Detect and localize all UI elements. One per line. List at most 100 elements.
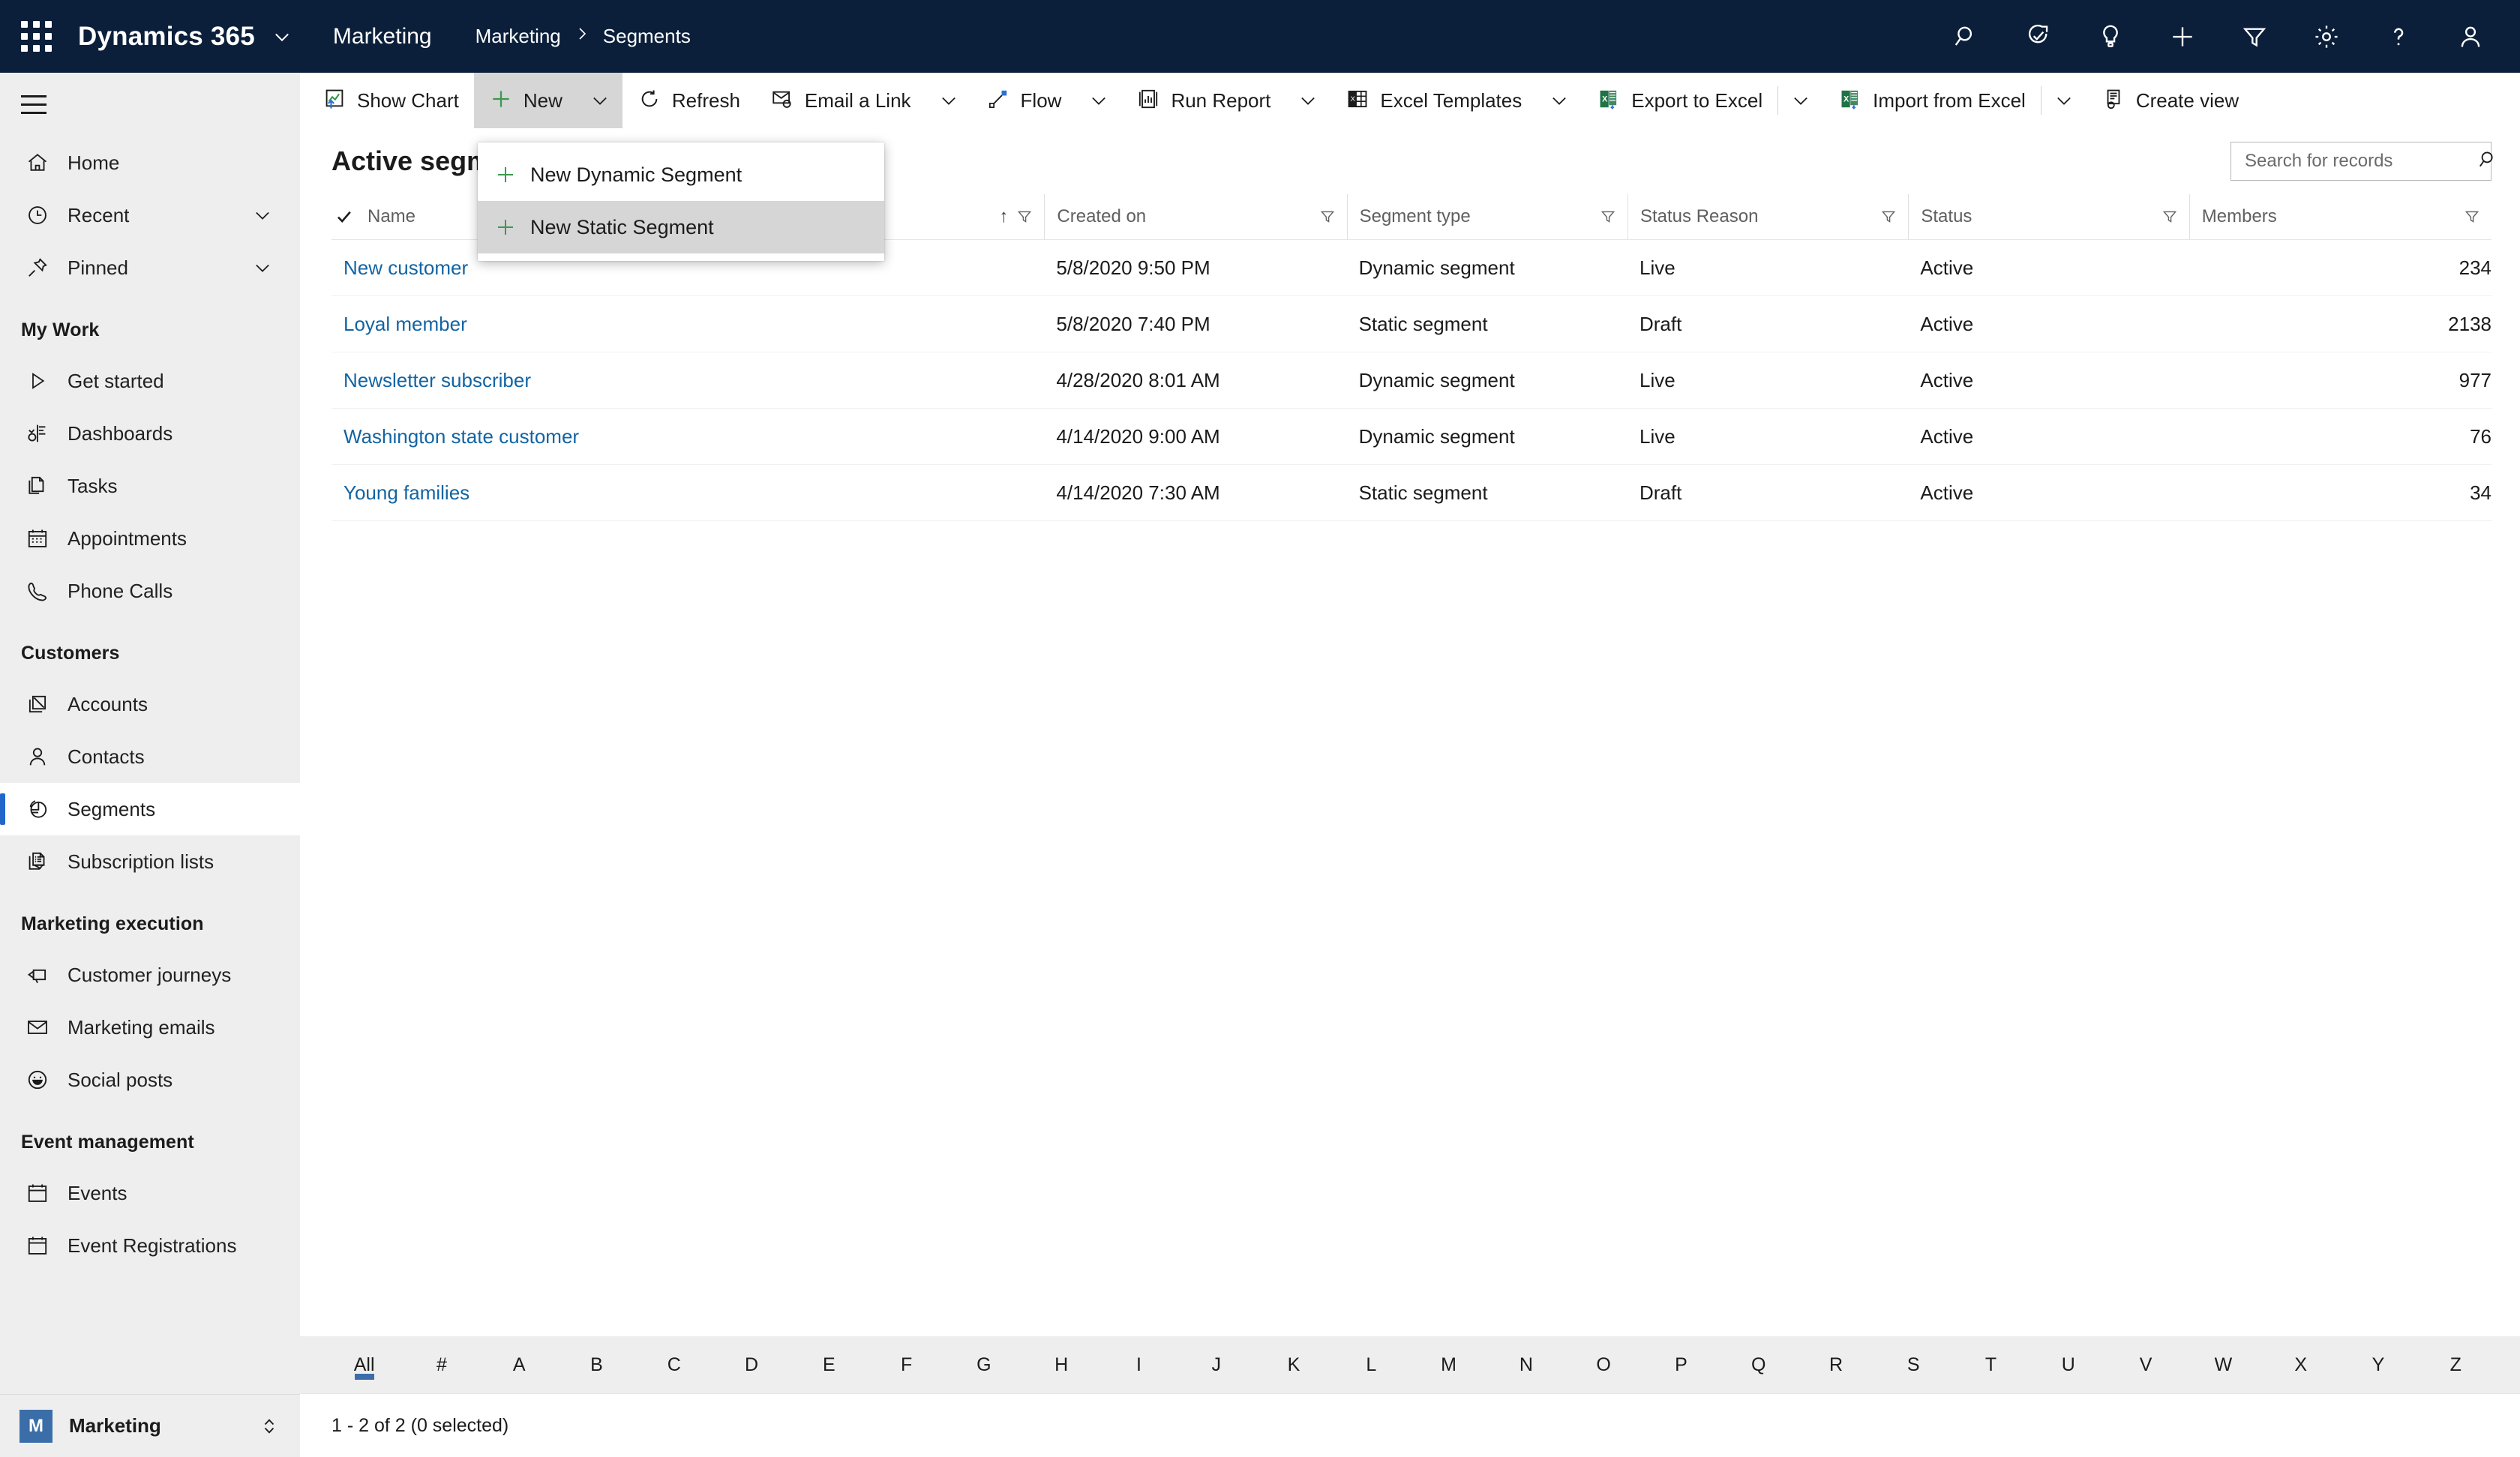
filter-icon[interactable] <box>1599 208 1617 226</box>
search-input[interactable] <box>2245 151 2477 172</box>
alpha-filter-n[interactable]: N <box>1487 1336 1564 1393</box>
settings-gear-icon[interactable] <box>2290 0 2362 73</box>
new-dropdown-caret[interactable] <box>577 73 622 128</box>
alpha-filter-i[interactable]: I <box>1100 1336 1178 1393</box>
table-row[interactable]: Loyal member 5/8/2020 7:40 PM Static seg… <box>332 295 2492 352</box>
sidebar-item-social-posts[interactable]: Social posts <box>0 1054 300 1106</box>
excel-templates-dropdown-caret[interactable] <box>1537 73 1582 128</box>
checkmark-icon[interactable] <box>332 207 368 226</box>
new-button[interactable]: New <box>473 73 578 128</box>
sidebar-item-recent[interactable]: Recent <box>0 189 300 241</box>
chevron-down-icon[interactable] <box>252 257 273 278</box>
export-to-excel-dropdown-caret[interactable] <box>1778 73 1823 128</box>
column-header-status[interactable]: Status <box>1908 194 2189 240</box>
alpha-filter-q[interactable]: Q <box>1720 1336 1797 1393</box>
run-report-button[interactable]: Run Report <box>1121 73 1286 128</box>
hamburger-menu-icon[interactable] <box>0 73 300 136</box>
alpha-filter-b[interactable]: B <box>558 1336 635 1393</box>
alpha-filter-k[interactable]: K <box>1255 1336 1332 1393</box>
column-header-label[interactable]: Name <box>368 206 416 227</box>
column-header-label[interactable]: Created on <box>1057 206 1146 227</box>
sidebar-item-tasks[interactable]: Tasks <box>0 460 300 512</box>
email-a-link-button[interactable]: Email a Link <box>755 73 926 128</box>
flow-dropdown-caret[interactable] <box>1076 73 1121 128</box>
filter-icon[interactable] <box>2161 208 2179 226</box>
column-header-status-reason[interactable]: Status Reason <box>1627 194 1909 240</box>
alpha-filter-c[interactable]: C <box>635 1336 712 1393</box>
help-icon[interactable] <box>2362 0 2434 73</box>
column-header-label[interactable]: Status Reason <box>1640 206 1758 227</box>
alpha-filter-p[interactable]: P <box>1642 1336 1720 1393</box>
export-to-excel-button[interactable]: X Export to Excel <box>1582 73 1778 128</box>
refresh-button[interactable]: Refresh <box>622 73 755 128</box>
alpha-filter-all[interactable]: All <box>326 1336 403 1393</box>
record-link[interactable]: Newsletter subscriber <box>344 369 531 391</box>
app-launcher-icon[interactable] <box>0 0 72 73</box>
sidebar-item-phone-calls[interactable]: Phone Calls <box>0 565 300 617</box>
menu-item-new-dynamic-segment[interactable]: New Dynamic Segment <box>478 148 884 201</box>
app-switcher[interactable]: M Marketing <box>0 1394 300 1457</box>
alpha-filter-d[interactable]: D <box>712 1336 790 1393</box>
sidebar-item-segments[interactable]: Segments <box>0 783 300 835</box>
column-header-label[interactable]: Members <box>2202 206 2277 227</box>
alpha-filter-e[interactable]: E <box>790 1336 868 1393</box>
flow-button[interactable]: Flow <box>971 73 1077 128</box>
alpha-filter-t[interactable]: T <box>1952 1336 2030 1393</box>
column-header-segment-type[interactable]: Segment type <box>1346 194 1628 240</box>
filter-icon[interactable] <box>1016 208 1034 226</box>
alpha-filter-j[interactable]: J <box>1178 1336 1255 1393</box>
relevance-search-assist-icon[interactable] <box>2002 0 2074 73</box>
filter-icon[interactable] <box>1318 208 1336 226</box>
lightbulb-icon[interactable] <box>2074 0 2146 73</box>
alpha-filter-v[interactable]: V <box>2107 1336 2184 1393</box>
table-row[interactable]: Newsletter subscriber 4/28/2020 8:01 AM … <box>332 352 2492 409</box>
alpha-filter-a[interactable]: A <box>481 1336 558 1393</box>
sidebar-item-events[interactable]: Events <box>0 1167 300 1219</box>
user-account-icon[interactable] <box>2434 0 2506 73</box>
alpha-filter-r[interactable]: R <box>1797 1336 1874 1393</box>
import-from-excel-dropdown-caret[interactable] <box>2042 73 2086 128</box>
quick-create-icon[interactable] <box>2146 0 2218 73</box>
sidebar-item-event-registrations[interactable]: Event Registrations <box>0 1219 300 1272</box>
record-link[interactable]: Loyal member <box>344 313 467 335</box>
sidebar-item-dashboards[interactable]: Dashboards <box>0 407 300 460</box>
search-icon[interactable] <box>1930 0 2002 73</box>
alpha-filter-h[interactable]: H <box>1023 1336 1100 1393</box>
sidebar-item-customer-journeys[interactable]: Customer journeys <box>0 949 300 1001</box>
alpha-filter-hash[interactable]: # <box>403 1336 480 1393</box>
sidebar-item-subscription-lists[interactable]: Subscription lists <box>0 835 300 888</box>
show-chart-button[interactable]: Show Chart <box>308 73 474 128</box>
alpha-filter-o[interactable]: O <box>1565 1336 1642 1393</box>
sidebar-item-pinned[interactable]: Pinned <box>0 241 300 294</box>
alpha-filter-u[interactable]: U <box>2030 1336 2107 1393</box>
record-link[interactable]: Young families <box>344 481 470 504</box>
column-header-label[interactable]: Segment type <box>1360 206 1471 227</box>
breadcrumb-item-marketing[interactable]: Marketing <box>476 25 561 48</box>
create-view-button[interactable]: Create view <box>2086 73 2254 128</box>
alpha-filter-w[interactable]: W <box>2185 1336 2262 1393</box>
arrow-up-icon[interactable]: ↑ <box>999 206 1008 227</box>
breadcrumb-item-segments[interactable]: Segments <box>603 25 691 48</box>
alpha-filter-y[interactable]: Y <box>2339 1336 2416 1393</box>
search-records-box[interactable] <box>2230 142 2493 181</box>
alpha-filter-f[interactable]: F <box>868 1336 945 1393</box>
alpha-filter-z[interactable]: Z <box>2417 1336 2494 1393</box>
record-link[interactable]: Washington state customer <box>344 425 579 448</box>
column-header-created-on[interactable]: Created on <box>1044 194 1347 240</box>
sidebar-item-get-started[interactable]: Get started <box>0 355 300 407</box>
search-icon[interactable] <box>2477 148 2500 175</box>
alpha-filter-s[interactable]: S <box>1875 1336 1952 1393</box>
alpha-filter-x[interactable]: X <box>2262 1336 2339 1393</box>
alpha-filter-m[interactable]: M <box>1410 1336 1487 1393</box>
email-a-link-dropdown-caret[interactable] <box>926 73 971 128</box>
table-row[interactable]: Young families 4/14/2020 7:30 AM Static … <box>332 464 2492 521</box>
filter-icon[interactable] <box>1880 208 1898 226</box>
column-header-label[interactable]: Status <box>1921 206 1972 227</box>
excel-templates-button[interactable]: X Excel Templates <box>1330 73 1537 128</box>
sidebar-item-accounts[interactable]: Accounts <box>0 678 300 730</box>
sidebar-item-contacts[interactable]: Contacts <box>0 730 300 783</box>
chevron-down-icon[interactable] <box>252 205 273 226</box>
column-header-members[interactable]: Members <box>2188 194 2492 240</box>
filter-icon[interactable] <box>2218 0 2290 73</box>
up-down-chevron-icon[interactable] <box>258 1415 280 1438</box>
